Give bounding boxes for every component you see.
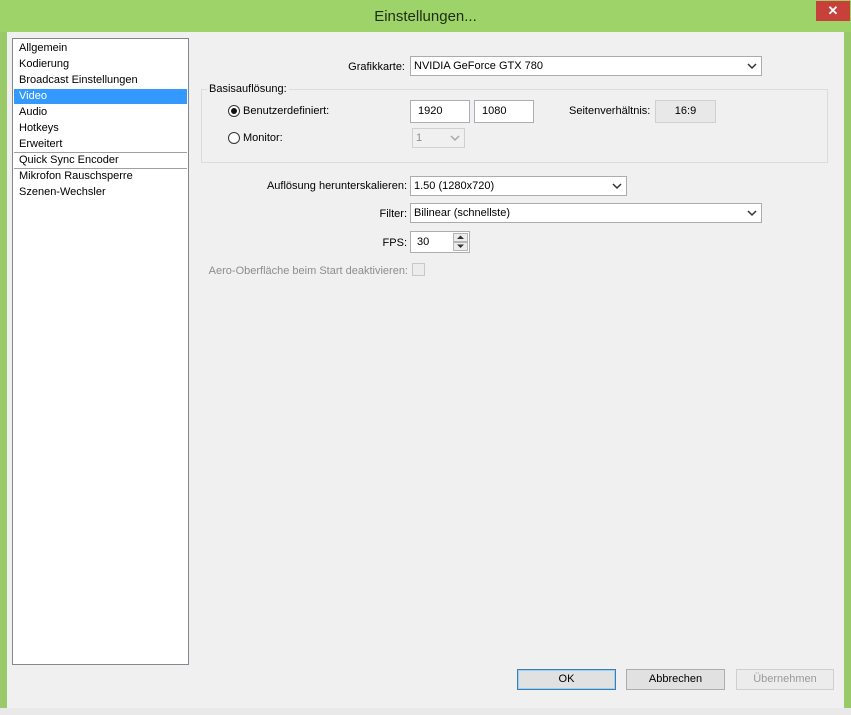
taskbar-strip: [0, 708, 851, 715]
base-resolution-label: Basisauflösung:: [207, 83, 289, 96]
close-icon: ✕: [827, 3, 839, 18]
graphics-card-value: NVIDIA GeForce GTX 780: [414, 60, 543, 72]
monitor-radio[interactable]: [228, 132, 240, 144]
downscale-label: Auflösung herunterskalieren:: [266, 180, 407, 192]
resolution-height-input[interactable]: 1080: [474, 100, 534, 123]
aero-disable-checkbox[interactable]: [412, 263, 425, 276]
fps-label: FPS:: [382, 237, 407, 249]
apply-button[interactable]: Übernehmen: [736, 669, 834, 690]
arrow-down-icon: [457, 244, 464, 248]
sidebar-item-erweitert[interactable]: Erweitert: [14, 137, 187, 152]
aspect-ratio-label: Seitenverhältnis:: [569, 105, 651, 117]
sidebar-item-audio[interactable]: Audio: [14, 105, 187, 120]
resolution-width-input[interactable]: 1920: [410, 100, 470, 123]
sidebar-item-hotkeys[interactable]: Hotkeys: [14, 121, 187, 136]
monitor-label: Monitor:: [243, 132, 283, 144]
chevron-down-icon: [450, 134, 460, 142]
fps-increment-button[interactable]: [453, 233, 468, 242]
graphics-card-label: Grafikkarte:: [348, 61, 405, 73]
downscale-dropdown[interactable]: 1.50 (1280x720): [410, 176, 627, 196]
sidebar-item-szenen-wechsler[interactable]: Szenen-Wechsler: [14, 185, 187, 200]
settings-category-list[interactable]: Allgemein Kodierung Broadcast Einstellun…: [12, 38, 189, 665]
sidebar-item-quick-sync[interactable]: Quick Sync Encoder: [14, 153, 187, 168]
sidebar-item-kodierung[interactable]: Kodierung: [14, 57, 187, 72]
sidebar-item-allgemein[interactable]: Allgemein: [14, 41, 187, 56]
sidebar-item-mikrofon[interactable]: Mikrofon Rauschsperre: [14, 169, 187, 184]
cancel-button[interactable]: Abbrechen: [626, 669, 725, 690]
chevron-down-icon: [747, 62, 757, 70]
fps-value: 30: [417, 236, 430, 248]
fps-decrement-button[interactable]: [453, 242, 468, 251]
filter-label: Filter:: [379, 208, 408, 220]
sidebar-item-broadcast[interactable]: Broadcast Einstellungen: [14, 73, 187, 88]
monitor-value: 1: [416, 132, 423, 144]
ok-button[interactable]: OK: [517, 669, 616, 690]
title-bar: Einstellungen... ✕: [0, 0, 851, 32]
aspect-ratio-value: 16:9: [655, 100, 716, 123]
graphics-card-dropdown[interactable]: NVIDIA GeForce GTX 780: [410, 56, 762, 76]
custom-resolution-label: Benutzerdefiniert:: [243, 105, 330, 117]
sidebar-item-video[interactable]: Video: [14, 89, 187, 104]
arrow-up-icon: [457, 235, 464, 239]
dialog-client-area: Allgemein Kodierung Broadcast Einstellun…: [7, 32, 844, 708]
window-title: Einstellungen...: [374, 8, 477, 25]
monitor-dropdown[interactable]: 1: [412, 128, 465, 148]
aero-disable-label: Aero-Oberfläche beim Start deaktivieren:: [208, 265, 408, 277]
filter-dropdown[interactable]: Bilinear (schnellste): [410, 203, 762, 223]
chevron-down-icon: [612, 182, 622, 190]
filter-value: Bilinear (schnellste): [414, 207, 510, 219]
downscale-value: 1.50 (1280x720): [414, 180, 495, 192]
close-button[interactable]: ✕: [816, 1, 850, 21]
custom-resolution-radio[interactable]: [228, 105, 240, 117]
chevron-down-icon: [747, 209, 757, 217]
fps-spinbox[interactable]: 30: [410, 231, 470, 253]
